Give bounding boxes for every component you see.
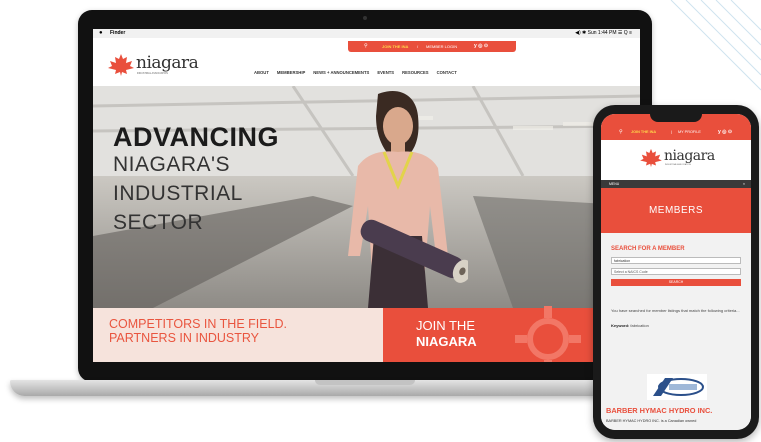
- tagline-panel: COMPETITORS IN THE FIELD. PARTNERS IN IN…: [93, 308, 383, 362]
- tagline-line-1: COMPETITORS IN THE FIELD.: [109, 317, 288, 331]
- phone-page-title: MEMBERS: [648, 205, 704, 216]
- phone-members-banner: MEMBERS: [601, 188, 751, 233]
- company-name[interactable]: BARBER HYMAC HYDRO INC.: [606, 406, 712, 415]
- woman-with-fabric-roll-image: [348, 90, 468, 308]
- hero-title-line-2: INDUSTRIAL: [113, 182, 243, 205]
- company-description: BARBER HYMAC HYDRO INC. is a Canadian ow…: [606, 419, 697, 423]
- hero-title-bold: ADVANCING: [113, 122, 279, 152]
- nav-item-resources[interactable]: RESOURCES: [402, 68, 429, 78]
- search-result-summary: You have searched for member listings th…: [611, 308, 740, 313]
- apple-icon[interactable]: ●: [99, 29, 103, 38]
- nav-item-news[interactable]: NEWS + ANNOUNCEMENTS: [313, 68, 369, 78]
- phone-menu-close-icon[interactable]: ×: [743, 180, 745, 188]
- phone-menu-bar[interactable]: MENU ×: [601, 180, 751, 188]
- utility-bar: ⚲ JOIN THE INA / MEMBER LOGIN y ◎ ⊙: [348, 41, 516, 52]
- nav-item-contact[interactable]: CONTACT: [437, 68, 457, 78]
- keyword-value: fabrication: [630, 323, 649, 328]
- site-header: ⚲ JOIN THE INA / MEMBER LOGIN y ◎ ⊙ niag…: [93, 38, 640, 86]
- laptop-screen: ● Finder ◀) ✱ Sun 1:44 PM ☰ Q ≡ ⚲ JOIN T…: [93, 29, 640, 362]
- site-logo[interactable]: niagara INDUSTRIAL ASSOCIATION: [107, 53, 217, 77]
- mac-menubar: ● Finder ◀) ✱ Sun 1:44 PM ☰ Q ≡: [93, 29, 640, 38]
- phone-site-logo[interactable]: niagara INDUSTRIAL ASSOCIATION: [639, 148, 739, 172]
- nav-item-membership[interactable]: MEMBERSHIP: [277, 68, 305, 78]
- phone-notch: [650, 114, 702, 122]
- menubar-status: ◀) ✱ Sun 1:44 PM ☰ Q ≡: [575, 30, 632, 36]
- search-keyword: Keyword: fabrication: [611, 323, 649, 328]
- phone-search-icon[interactable]: ⚲: [619, 129, 623, 135]
- phone-screen: ⚲ JOIN THE INA | MY PROFILE y ◎ ⊙ niagar…: [601, 114, 751, 430]
- social-icons[interactable]: y ◎ ⊙: [474, 41, 488, 52]
- phone-social-icons[interactable]: y ◎ ⊙: [718, 129, 732, 135]
- join-heading-line-2: NIAGARA: [416, 334, 477, 349]
- laptop-notch: [315, 380, 415, 385]
- phone-topbar-separator: |: [671, 130, 672, 134]
- member-search-heading: SEARCH FOR A MEMBER: [611, 246, 685, 252]
- hero-title-line-1: NIAGARA'S: [113, 153, 231, 176]
- member-search-button[interactable]: SEARCH: [611, 279, 741, 286]
- member-login-link[interactable]: MEMBER LOGIN: [426, 41, 457, 52]
- phone-maple-leaf-icon: [640, 148, 662, 168]
- gear-icon: [515, 306, 581, 362]
- company-logo-image[interactable]: [647, 374, 707, 400]
- nav-item-events[interactable]: EVENTS: [377, 68, 394, 78]
- utility-separator: /: [417, 44, 419, 49]
- keyword-label: Keyword:: [611, 323, 630, 328]
- hero-banner: ADVANCING NIAGARA'S INDUSTRIAL SECTOR: [93, 86, 640, 308]
- nav-item-about[interactable]: ABOUT: [254, 68, 269, 78]
- phone-join-link[interactable]: JOIN THE INA: [631, 130, 656, 134]
- maple-leaf-icon: [108, 54, 134, 76]
- phone-my-profile-link[interactable]: MY PROFILE: [678, 130, 701, 134]
- join-heading-line-1: JOIN THE: [416, 318, 475, 333]
- phone-menu-label: MENU: [609, 182, 620, 186]
- finder-menu[interactable]: Finder: [110, 29, 125, 38]
- main-nav: ABOUT MEMBERSHIP NEWS + ANNOUNCEMENTS EV…: [254, 68, 457, 78]
- member-search-input[interactable]: fabrication: [611, 257, 741, 264]
- logo-wordmark: niagara: [136, 53, 199, 73]
- naics-code-select[interactable]: Select a NAICS Code: [611, 268, 741, 275]
- search-icon[interactable]: ⚲: [364, 41, 368, 52]
- phone-logo-tagline: INDUSTRIAL ASSOCIATION: [665, 164, 691, 166]
- tagline-line-2: PARTNERS IN INDUSTRY: [109, 331, 260, 345]
- camera-dot: [363, 16, 367, 20]
- logo-tagline: INDUSTRIAL ASSOCIATION: [137, 72, 168, 75]
- join-link[interactable]: JOIN THE INA: [382, 41, 408, 52]
- hero-title-line-3: SECTOR: [113, 211, 204, 234]
- phone-content: SEARCH FOR A MEMBER fabrication Select a…: [601, 233, 751, 430]
- phone-logo-wordmark: niagara: [664, 148, 715, 164]
